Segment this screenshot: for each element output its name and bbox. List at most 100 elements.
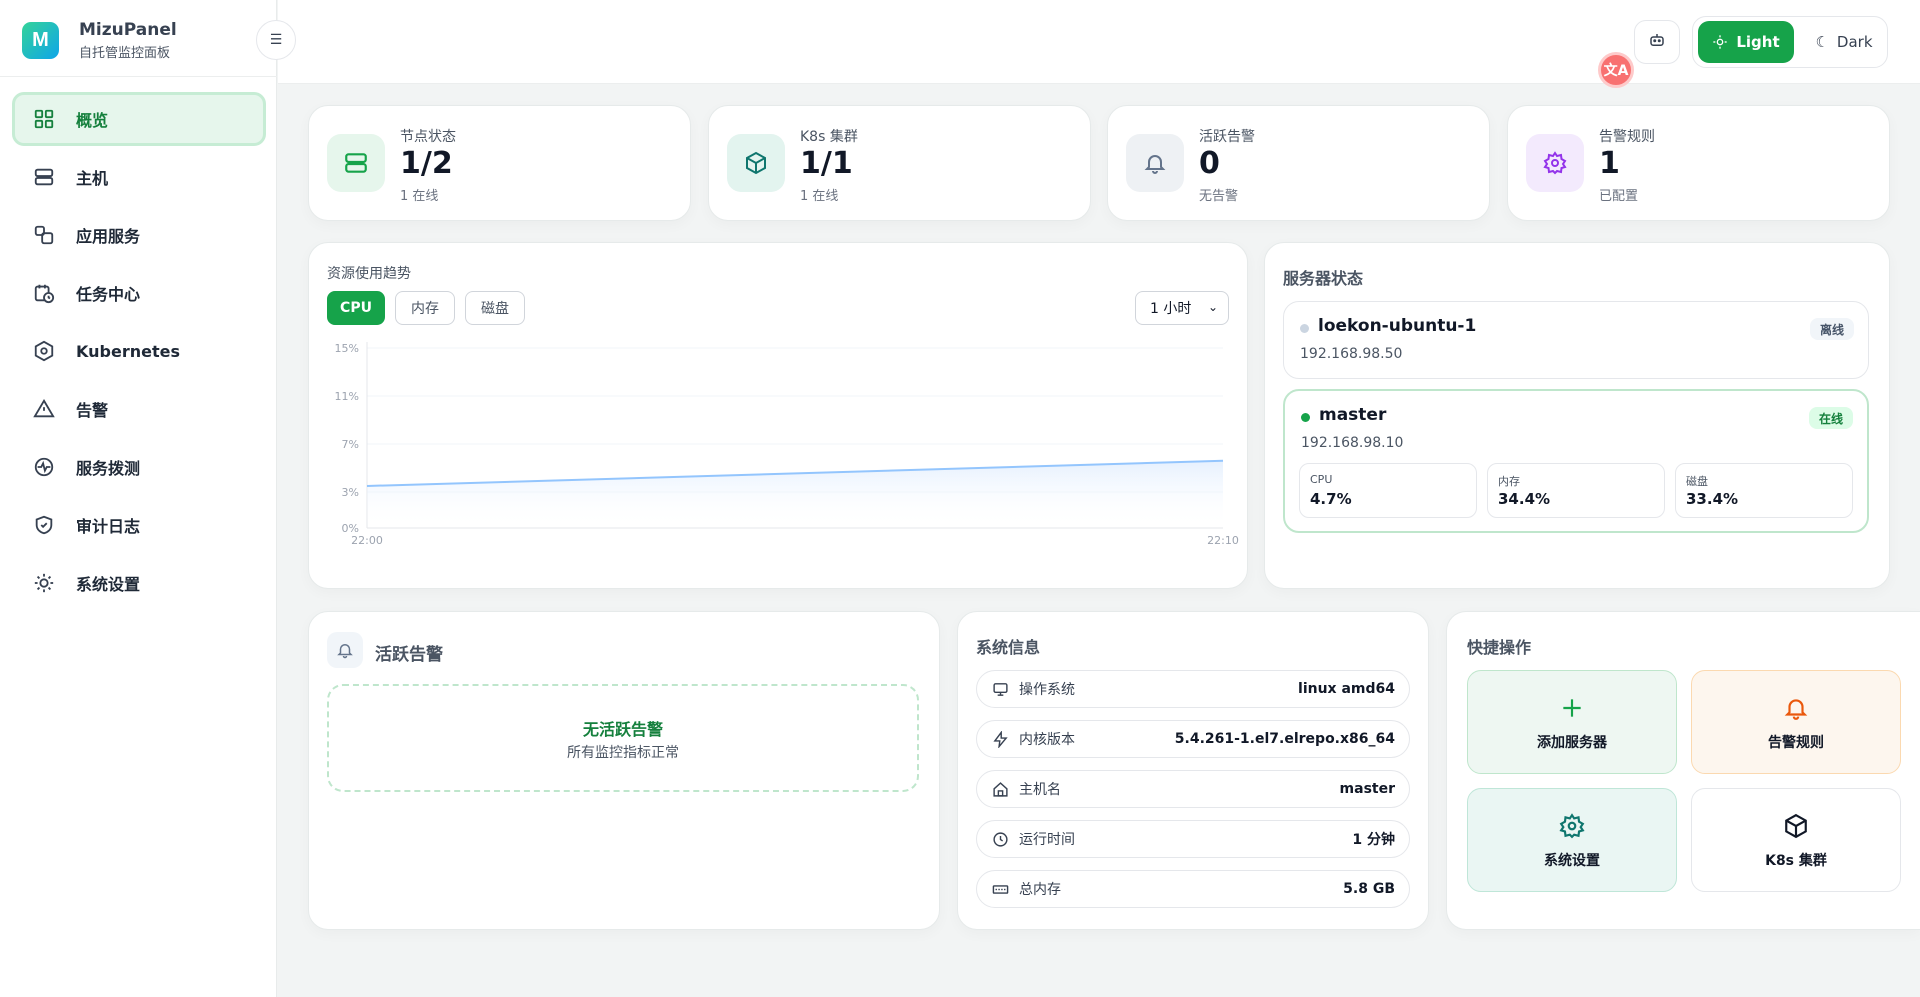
translate-button[interactable]: 文A [1598,52,1634,88]
translate-icon: 文A [1603,63,1629,79]
sidebar-item-label: 应用服务 [76,227,141,246]
resource-trend-card: 资源使用趋势 CPU 内存 磁盘 1 小时 ⌄ 15% 11% 7% 3% 0% 22:0… [308,242,1248,589]
info-label: 内核版本 [1019,732,1075,748]
empty-subtitle: 所有监控指标正常 [567,745,679,761]
brand-name: MizuPanel [79,20,177,40]
status-badge: 离线 [1809,318,1854,340]
empty-title: 无活跃告警 [582,720,663,739]
stat-sub: 已配置 [1599,189,1639,204]
info-row-os: 操作系统 linux amd64 [976,670,1410,708]
sidebar-item-probes[interactable]: 服务拨测 [12,440,266,494]
server-icon [32,165,56,189]
server-name: loekon-ubuntu-1 [1318,316,1477,336]
sidebar-item-overview[interactable]: 概览 [12,92,266,146]
brand-subtitle: 自托管监控面板 [79,46,171,61]
stat-value: 1/1 [800,146,853,181]
info-label: 主机名 [1019,782,1061,798]
sidebar-item-label: 服务拨测 [76,459,141,478]
stat-label: K8s 集群 [800,129,858,145]
y-tick-label: 11% [335,390,359,403]
server-item-online[interactable]: master 在线 192.168.98.10 CPU 4.7% 内存 34.4… [1283,389,1869,533]
stat-sub: 无告警 [1199,189,1239,204]
system-settings-button[interactable]: 系统设置 [1467,788,1677,892]
theme-light-button[interactable]: Light [1698,21,1794,63]
theme-dark-label: Dark [1836,33,1873,51]
series-area [367,460,1223,528]
info-row-hostname: 主机名 master [976,770,1410,808]
status-badge: 在线 [1808,407,1853,429]
sidebar-item-settings[interactable]: 系统设置 [12,556,266,610]
stat-value: 0 [1199,146,1220,181]
sidebar-item-label: 概览 [76,111,109,130]
sidebar-item-label: 审计日志 [76,517,141,536]
stat-card-k8s[interactable]: K8s 集群 1/1 1 在线 [708,105,1091,221]
topbar: Light ☾ Dark [278,0,1920,84]
info-value: linux amd64 [1298,681,1395,697]
stat-label: 节点状态 [400,129,456,145]
stat-card-nodes[interactable]: 节点状态 1/2 1 在线 [308,105,691,221]
brand-logo-letter: M [32,29,49,51]
sidebar-item-label: Kubernetes [76,341,180,361]
info-row-kernel: 内核版本 5.4.261-1.el7.elrepo.x86_64 [976,720,1410,758]
sidebar-item-hosts[interactable]: 主机 [12,150,266,204]
collapse-icon: ☰ [269,32,283,48]
y-tick-label: 3% [342,486,359,499]
server-ip: 192.168.98.50 [1300,346,1403,362]
stat-card-active-alerts[interactable]: 活跃告警 0 无告警 [1107,105,1490,221]
theme-toggle: Light ☾ Dark [1692,16,1888,68]
sun-icon [1713,35,1728,49]
info-row-memory: 总内存 5.8 GB [976,870,1410,908]
empty-alerts-state: 无活跃告警 所有监控指标正常 [327,684,919,792]
sidebar-item-label: 系统设置 [76,575,141,594]
stat-value: 1/2 [400,146,453,181]
services-icon [32,223,56,247]
system-info-title: 系统信息 [976,638,1041,657]
quick-actions-card: 快捷操作 添加服务器 告警规则 系统设置 K8s 集群 [1446,611,1920,930]
assistant-button[interactable] [1634,20,1680,64]
alert-rules-button[interactable]: 告警规则 [1691,670,1901,774]
home-icon [991,780,1009,798]
server-status-title: 服务器状态 [1283,269,1364,288]
y-tick-label: 7% [342,438,359,451]
bell-icon [327,632,363,668]
sidebar-item-alerts[interactable]: 告警 [12,382,266,436]
metric-label: 磁盘 [1686,475,1708,488]
stat-label: 活跃告警 [1199,129,1255,145]
server-status-card: 服务器状态 loekon-ubuntu-1 离线 192.168.98.50 m… [1264,242,1890,589]
info-row-uptime: 运行时间 1 分钟 [976,820,1410,858]
add-server-button[interactable]: 添加服务器 [1467,670,1677,774]
bolt-icon [991,730,1009,748]
metric-label: CPU [1310,473,1333,486]
stat-card-alert-rules[interactable]: 告警规则 1 已配置 [1507,105,1890,221]
theme-dark-button[interactable]: ☾ Dark [1803,21,1885,63]
quick-action-label: K8s 集群 [1765,853,1827,869]
status-dot [1301,413,1310,422]
info-value: 5.8 GB [1343,881,1395,897]
info-label: 运行时间 [1019,832,1075,848]
quick-actions-title: 快捷操作 [1467,638,1532,657]
sidebar-item-label: 主机 [76,169,109,188]
clock-icon [991,830,1009,848]
server-item-offline[interactable]: loekon-ubuntu-1 离线 192.168.98.50 [1283,301,1869,379]
sidebar-item-services[interactable]: 应用服务 [12,208,266,262]
metric-label: 内存 [1498,475,1520,488]
sidebar-collapse-button[interactable]: ☰ [256,20,296,60]
grid-icon [32,107,56,131]
pulse-icon [32,455,56,479]
sidebar-item-audit[interactable]: 审计日志 [12,498,266,552]
info-value: 1 分钟 [1352,832,1395,848]
sidebar-item-kubernetes[interactable]: Kubernetes [12,324,266,378]
sidebar-item-label: 任务中心 [76,285,141,304]
sidebar-item-tasks[interactable]: 任务中心 [12,266,266,320]
active-alerts-title: 活跃告警 [375,645,443,665]
metric-disk: 磁盘 33.4% [1675,463,1853,518]
brand[interactable]: M MizuPanel 自托管监控面板 [22,20,177,61]
moon-icon: ☾ [1815,33,1829,51]
info-label: 操作系统 [1019,682,1075,698]
sidebar: M MizuPanel 自托管监控面板 概览 主机 应用服务 任务中心 Kube… [0,0,277,997]
k8s-cluster-button[interactable]: K8s 集群 [1691,788,1901,892]
x-tick-label: 22:00 [351,534,383,547]
status-dot [1300,324,1309,333]
plus-icon [1559,692,1585,724]
calendar-clock-icon [32,281,56,305]
